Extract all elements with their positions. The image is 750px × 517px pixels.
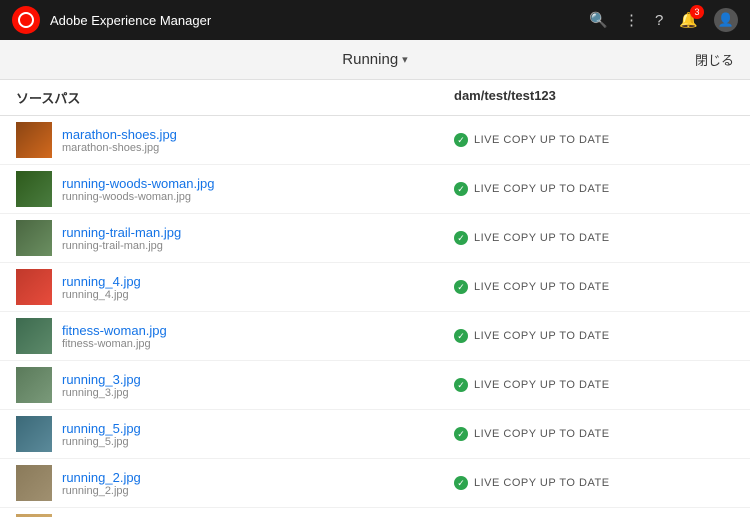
status-label: LIVE COPY UP TO DATE: [474, 134, 610, 146]
status-dot: [454, 378, 468, 392]
file-name: running_5.jpg: [62, 421, 454, 436]
nav-icons: 🔍 ⋮ ? 🔔 3 👤: [589, 8, 738, 32]
status-dot: [454, 133, 468, 147]
thumbnail: [16, 318, 52, 354]
status-dot: [454, 329, 468, 343]
row-status: LIVE COPY UP TO DATE: [454, 280, 734, 294]
file-sub: running-woods-woman.jpg: [62, 191, 454, 203]
thumbnail: [16, 122, 52, 158]
row-source: running-woods-woman.jpg running-woods-wo…: [62, 176, 454, 203]
app-title: Adobe Experience Manager: [50, 13, 589, 28]
status-label: LIVE COPY UP TO DATE: [474, 379, 610, 391]
row-source: running_2.jpg running_2.jpg: [62, 470, 454, 497]
row-source: running_3.jpg running_3.jpg: [62, 372, 454, 399]
table-row[interactable]: running_4.jpg running_4.jpg LIVE COPY UP…: [0, 263, 750, 312]
table-row[interactable]: running-trail-man.jpg running-trail-man.…: [0, 214, 750, 263]
file-sub: marathon-shoes.jpg: [62, 142, 454, 154]
file-name: running-trail-man.jpg: [62, 225, 454, 240]
row-source: running-trail-man.jpg running-trail-man.…: [62, 225, 454, 252]
thumbnail: [16, 220, 52, 256]
row-source: fitness-woman.jpg fitness-woman.jpg: [62, 323, 454, 350]
top-nav: Adobe Experience Manager 🔍 ⋮ ? 🔔 3 👤: [0, 0, 750, 40]
file-name: running_4.jpg: [62, 274, 454, 289]
table-row[interactable]: running-desert-woman.jpg running-desert-…: [0, 508, 750, 517]
table-row[interactable]: fitness-woman.jpg fitness-woman.jpg LIVE…: [0, 312, 750, 361]
thumbnail: [16, 416, 52, 452]
file-sub: running_2.jpg: [62, 485, 454, 497]
row-status: LIVE COPY UP TO DATE: [454, 231, 734, 245]
thumbnail: [16, 367, 52, 403]
status-dot: [454, 476, 468, 490]
app-logo[interactable]: [12, 6, 40, 34]
row-source: running_4.jpg running_4.jpg: [62, 274, 454, 301]
file-name: marathon-shoes.jpg: [62, 127, 454, 142]
table-row[interactable]: running_3.jpg running_3.jpg LIVE COPY UP…: [0, 361, 750, 410]
status-dot: [454, 231, 468, 245]
thumbnail: [16, 465, 52, 501]
col-status-header: dam/test/test123: [454, 88, 734, 107]
table-row[interactable]: running_2.jpg running_2.jpg LIVE COPY UP…: [0, 459, 750, 508]
row-status: LIVE COPY UP TO DATE: [454, 329, 734, 343]
file-sub: running_4.jpg: [62, 289, 454, 301]
file-name: fitness-woman.jpg: [62, 323, 454, 338]
status-label: LIVE COPY UP TO DATE: [474, 477, 610, 489]
status-label: LIVE COPY UP TO DATE: [474, 281, 610, 293]
bell-icon[interactable]: 🔔 3: [679, 11, 698, 29]
avatar[interactable]: 👤: [714, 8, 738, 32]
table-row[interactable]: marathon-shoes.jpg marathon-shoes.jpg LI…: [0, 116, 750, 165]
row-status: LIVE COPY UP TO DATE: [454, 182, 734, 196]
col-source-header: ソースパス: [16, 88, 454, 107]
status-dot: [454, 427, 468, 441]
status-label: LIVE COPY UP TO DATE: [474, 183, 610, 195]
status-label: LIVE COPY UP TO DATE: [474, 330, 610, 342]
status-dot: [454, 280, 468, 294]
running-label: Running: [342, 51, 398, 68]
row-status: LIVE COPY UP TO DATE: [454, 476, 734, 490]
status-label: LIVE COPY UP TO DATE: [474, 232, 610, 244]
file-sub: running-trail-man.jpg: [62, 240, 454, 252]
notification-badge: 3: [690, 5, 704, 19]
file-name: running_2.jpg: [62, 470, 454, 485]
table-header: ソースパス dam/test/test123: [0, 80, 750, 116]
search-icon[interactable]: 🔍: [589, 11, 608, 29]
row-status: LIVE COPY UP TO DATE: [454, 378, 734, 392]
file-name: running_3.jpg: [62, 372, 454, 387]
logo-inner: [18, 12, 34, 28]
sub-header-title: Running ▾: [342, 51, 407, 68]
file-sub: running_3.jpg: [62, 387, 454, 399]
table-body: marathon-shoes.jpg marathon-shoes.jpg LI…: [0, 116, 750, 517]
table-row[interactable]: running_5.jpg running_5.jpg LIVE COPY UP…: [0, 410, 750, 459]
thumbnail: [16, 171, 52, 207]
thumbnail: [16, 269, 52, 305]
row-status: LIVE COPY UP TO DATE: [454, 427, 734, 441]
file-name: running-woods-woman.jpg: [62, 176, 454, 191]
file-sub: running_5.jpg: [62, 436, 454, 448]
apps-icon[interactable]: ⋮: [624, 11, 639, 29]
close-button[interactable]: 閉じる: [695, 50, 734, 69]
status-label: LIVE COPY UP TO DATE: [474, 428, 610, 440]
table-row[interactable]: running-woods-woman.jpg running-woods-wo…: [0, 165, 750, 214]
file-sub: fitness-woman.jpg: [62, 338, 454, 350]
help-icon[interactable]: ?: [655, 12, 663, 29]
row-source: marathon-shoes.jpg marathon-shoes.jpg: [62, 127, 454, 154]
row-source: running_5.jpg running_5.jpg: [62, 421, 454, 448]
status-dot: [454, 182, 468, 196]
row-status: LIVE COPY UP TO DATE: [454, 133, 734, 147]
chevron-down-icon[interactable]: ▾: [402, 53, 408, 66]
sub-header: Running ▾ 閉じる: [0, 40, 750, 80]
